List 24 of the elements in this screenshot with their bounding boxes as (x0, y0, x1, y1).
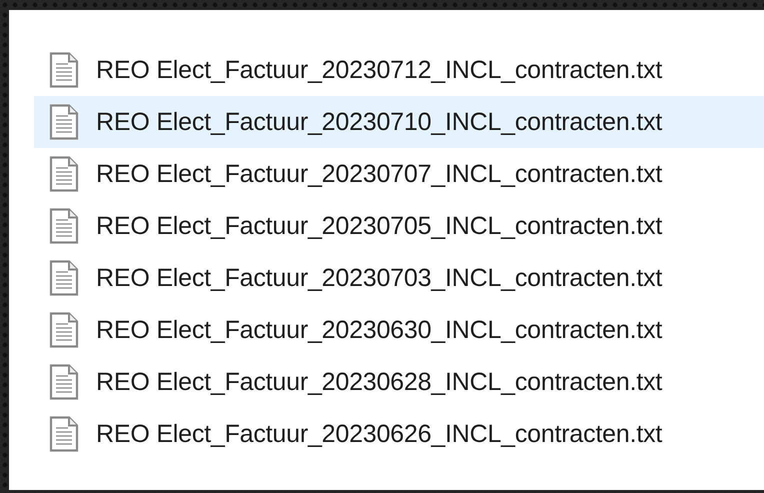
text-file-icon (48, 104, 80, 140)
text-file-icon (48, 260, 80, 296)
text-file-icon (48, 156, 80, 192)
file-list-item[interactable]: REO Elect_Factuur_20230626_INCL_contracten.txt (34, 408, 764, 460)
file-list-item[interactable]: REO Elect_Factuur_20230703_INCL_contracten.txt (34, 252, 764, 304)
file-name: REO Elect_Factuur_20230710_INCL_contracten.txt (96, 108, 662, 136)
file-name: REO Elect_Factuur_20230628_INCL_contracten.txt (96, 368, 662, 396)
file-list-item[interactable]: REO Elect_Factuur_20230712_INCL_contracten.txt (34, 44, 764, 96)
file-name: REO Elect_Factuur_20230712_INCL_contracten.txt (96, 56, 662, 84)
file-name: REO Elect_Factuur_20230630_INCL_contracten.txt (96, 316, 662, 344)
file-list-item[interactable]: REO Elect_Factuur_20230710_INCL_contracten.txt (34, 96, 764, 148)
text-file-icon (48, 312, 80, 348)
text-file-icon (48, 364, 80, 400)
text-file-icon (48, 416, 80, 452)
text-file-icon (48, 208, 80, 244)
file-name: REO Elect_Factuur_20230707_INCL_contracten.txt (96, 160, 662, 188)
file-list-item[interactable]: REO Elect_Factuur_20230705_INCL_contracten.txt (34, 200, 764, 252)
text-file-icon (48, 52, 80, 88)
file-list-item[interactable]: REO Elect_Factuur_20230628_INCL_contracten.txt (34, 356, 764, 408)
file-list-item[interactable]: REO Elect_Factuur_20230630_INCL_contracten.txt (34, 304, 764, 356)
file-name: REO Elect_Factuur_20230703_INCL_contracten.txt (96, 264, 662, 292)
file-name: REO Elect_Factuur_20230705_INCL_contracten.txt (96, 212, 662, 240)
file-name: REO Elect_Factuur_20230626_INCL_contracten.txt (96, 420, 662, 448)
file-list-item[interactable]: REO Elect_Factuur_20230707_INCL_contracten.txt (34, 148, 764, 200)
